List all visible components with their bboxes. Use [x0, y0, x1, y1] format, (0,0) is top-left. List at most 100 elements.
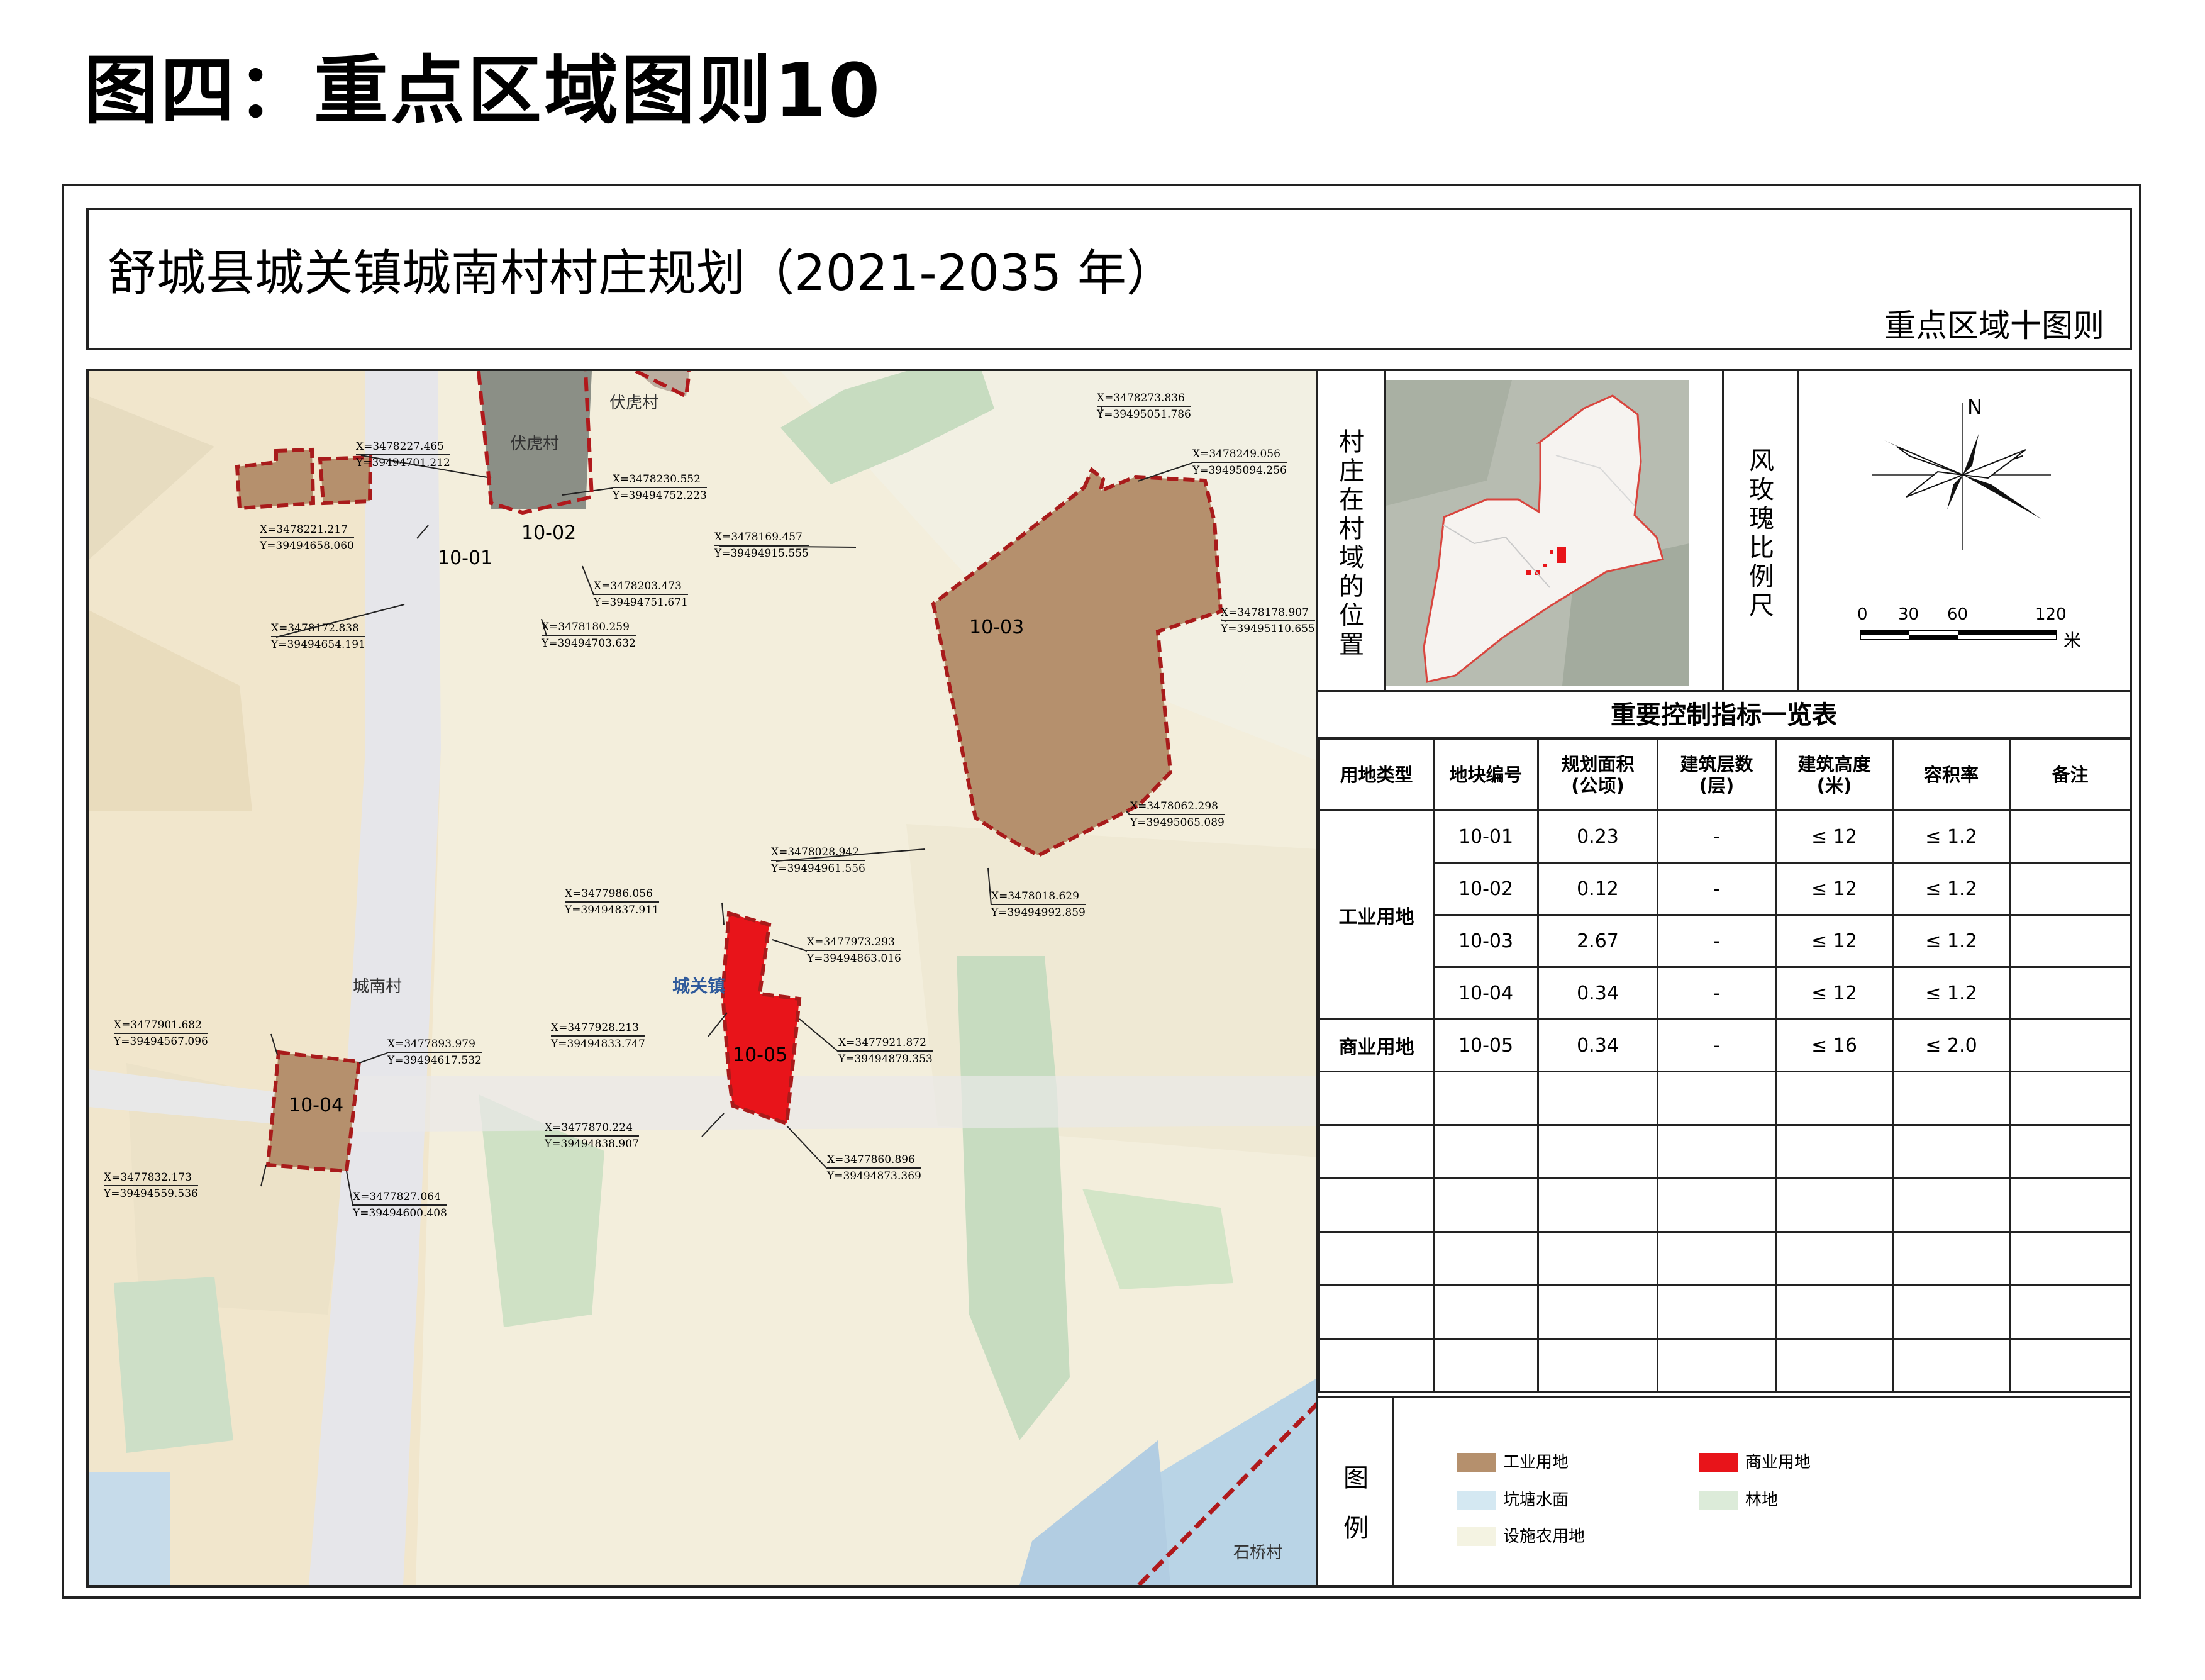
table-row-empty [1318, 1177, 2131, 1233]
legend-swatch [1699, 1491, 1738, 1510]
coordinate-label: X=3478062.298 Y=39495065.089 [1130, 800, 1225, 829]
table-header: 地块编号 [1433, 738, 1539, 811]
coordinate-label: X=3477827.064 Y=39494600.408 [353, 1191, 447, 1220]
place-label-chengguan: 城关镇 [672, 976, 726, 996]
coordinate-label: X=3477901.682 Y=39494567.096 [114, 1019, 208, 1048]
legend-label-item: 设施农用地 [1503, 1527, 1586, 1546]
coordinate-label: X=3478227.465 Y=39494701.212 [356, 440, 450, 469]
legend-swatch [1699, 1453, 1738, 1472]
table-cell: - [1657, 809, 1777, 864]
coordinate-label: X=3477860.896 Y=39494873.369 [827, 1154, 921, 1182]
table-row: 工业用地 10-01 0.23- ≤ 12 ≤ 1.2 [1318, 809, 2131, 1020]
coordinate-label: X=3478178.907 Y=39495110.655 [1221, 606, 1315, 635]
coordinate-label: X=3477973.293 Y=39494863.016 [807, 936, 901, 965]
legend-swatch [1457, 1491, 1496, 1510]
table-header: 规划面积 (公顷) [1537, 738, 1658, 811]
table-cell: ≤ 12 [1775, 966, 1894, 1020]
north-label: N [1967, 395, 1982, 419]
table-cell: - [1657, 1018, 1777, 1072]
coordinate-label: X=3478203.473 Y=39494751.671 [594, 580, 688, 609]
table-title: 重要控制指标一览表 [1611, 701, 1837, 730]
coordinate-label: X=3478180.259 Y=39494703.632 [542, 621, 636, 650]
coordinate-label: X=3477921.872 Y=39494879.353 [838, 1037, 933, 1065]
legend: 图例 工业用地 商业用地 坑塘水面 林地 设施农用地 [1318, 1396, 2130, 1585]
plan-subtitle: 重点区域十图则 [1884, 308, 2104, 344]
table-cell [2009, 809, 2131, 864]
legend-label-item: 工业用地 [1503, 1453, 1569, 1472]
legend-label: 图例 [1343, 1464, 1369, 1543]
coordinate-label: X=3477928.213 Y=39494833.747 [551, 1021, 645, 1050]
land-use-type: 工业用地 [1318, 809, 1435, 1020]
location-label: 村庄在村域的位置 [1339, 428, 1364, 659]
table-cell: ≤ 1.2 [1892, 914, 2011, 968]
table-header: 备注 [2009, 738, 2131, 811]
coordinate-label: X=3477893.979 Y=39494617.532 [387, 1038, 482, 1067]
table-row-empty [1318, 1284, 2131, 1340]
coordinate-label: X=3478018.629 Y=39494992.859 [991, 890, 1086, 919]
place-label-shiqiao: 石桥村 [1233, 1544, 1283, 1562]
table-cell: 10-02 [1433, 862, 1539, 916]
wind-rose-icon [1872, 403, 2051, 550]
table-cell [2009, 1018, 2131, 1072]
table-cell [2009, 862, 2131, 916]
coordinate-label: X=3478028.942 Y=39494961.556 [771, 846, 865, 875]
table-cell: - [1657, 862, 1777, 916]
coordinate-label: X=3478169.457 Y=39494915.555 [714, 531, 809, 560]
table-row: 10-03 2.67- ≤ 12 ≤ 1.2 [1319, 914, 2131, 968]
coordinate-label: X=3478172.838 Y=39494654.191 [271, 622, 365, 651]
table-row-empty [1318, 1231, 2131, 1286]
legend-label-item: 商业用地 [1745, 1453, 1811, 1472]
parcel-label-10-02[interactable]: 10-02 [521, 522, 576, 544]
parcel-label-10-04[interactable]: 10-04 [289, 1094, 343, 1116]
table-cell [2009, 914, 2131, 968]
coordinate-label: X=3477832.173 Y=39494559.536 [104, 1171, 198, 1200]
table-cell: 10-03 [1433, 914, 1539, 968]
scale-unit: 米 [2063, 630, 2082, 651]
table-header: 建筑层数 (层) [1657, 738, 1777, 811]
table-cell: - [1657, 966, 1777, 1020]
table-cell: ≤ 16 [1775, 1018, 1894, 1072]
parcel-label-10-05[interactable]: 10-05 [733, 1044, 787, 1066]
coordinate-label: X=3478273.836 Y=39495051.786 [1097, 392, 1191, 421]
table-cell: - [1657, 914, 1777, 968]
coordinate-label: X=3477986.056 Y=39494837.911 [565, 887, 659, 916]
table-cell: ≤ 1.2 [1892, 809, 2011, 864]
parcel-label-10-03[interactable]: 10-03 [969, 616, 1024, 638]
table-cell: 0.34 [1537, 1018, 1658, 1072]
table-cell: ≤ 1.2 [1892, 862, 2011, 916]
scale-tick-120: 120 [2035, 605, 2067, 624]
table-cell: 0.23 [1537, 809, 1658, 864]
place-label-fuhu-2: 伏虎村 [609, 394, 659, 413]
plan-header: 舒城县城关镇城南村村庄规划（2021-2035 年） 重点区域十图则 [86, 208, 2132, 350]
table-cell: 10-01 [1433, 809, 1539, 864]
table-cell: 0.34 [1537, 966, 1658, 1020]
location-minimap[interactable] [1386, 380, 1689, 686]
table-row: 10-02 0.12- ≤ 12 ≤ 1.2 [1319, 862, 2131, 916]
table-row-empty [1318, 1338, 2131, 1393]
legend-swatch [1457, 1453, 1496, 1472]
rose-label: 风玫瑰比例尺 [1749, 447, 1774, 620]
table-row-empty [1318, 1071, 2131, 1126]
main-panel: 伏虎村 伏虎村 城南村 城关镇 石桥村 10-01 10-02 10-03 10… [86, 369, 2132, 1588]
legend-label-item: 坑塘水面 [1503, 1491, 1569, 1510]
table-row: 商业用地 10-05 0.34- ≤ 16 ≤ 2.0 [1318, 1018, 2131, 1072]
table-cell: 2.67 [1537, 914, 1658, 968]
coordinate-label: X=3478221.217 Y=39494658.060 [260, 523, 354, 552]
coordinate-label: X=3477870.224 Y=39494838.907 [545, 1121, 639, 1150]
coordinate-label: X=3478249.056 Y=39495094.256 [1192, 448, 1287, 477]
scale-bar [1860, 630, 2057, 640]
place-label-fuhu-1: 伏虎村 [510, 435, 560, 453]
key-area-map[interactable]: 伏虎村 伏虎村 城南村 城关镇 石桥村 10-01 10-02 10-03 10… [89, 371, 1318, 1585]
scale-tick-60: 60 [1947, 605, 1969, 624]
parcel-label-10-01[interactable]: 10-01 [438, 547, 492, 569]
table-cell: ≤ 12 [1775, 862, 1894, 916]
table-row: 10-04 0.34- ≤ 12 ≤ 1.2 [1319, 966, 2131, 1020]
page-title: 图四：重点区域图则10 [84, 47, 883, 134]
side-panel: 村庄在村域的位置 风玫瑰比例尺 N 0 30 60 120 米 重要控制指标一览… [1318, 371, 2131, 1585]
legend-swatch [1457, 1527, 1496, 1546]
table-cell: ≤ 12 [1775, 914, 1894, 968]
coordinate-label: X=3478230.552 Y=39494752.223 [613, 473, 707, 502]
scale-tick-0: 0 [1857, 605, 1868, 624]
control-index-table: 用地类型 地块编号 规划面积 (公顷) 建筑层数 (层) 建筑高度 (米) 容积率 备注 工业用地… [1318, 738, 2131, 1393]
table-cell: 0.12 [1537, 862, 1658, 916]
